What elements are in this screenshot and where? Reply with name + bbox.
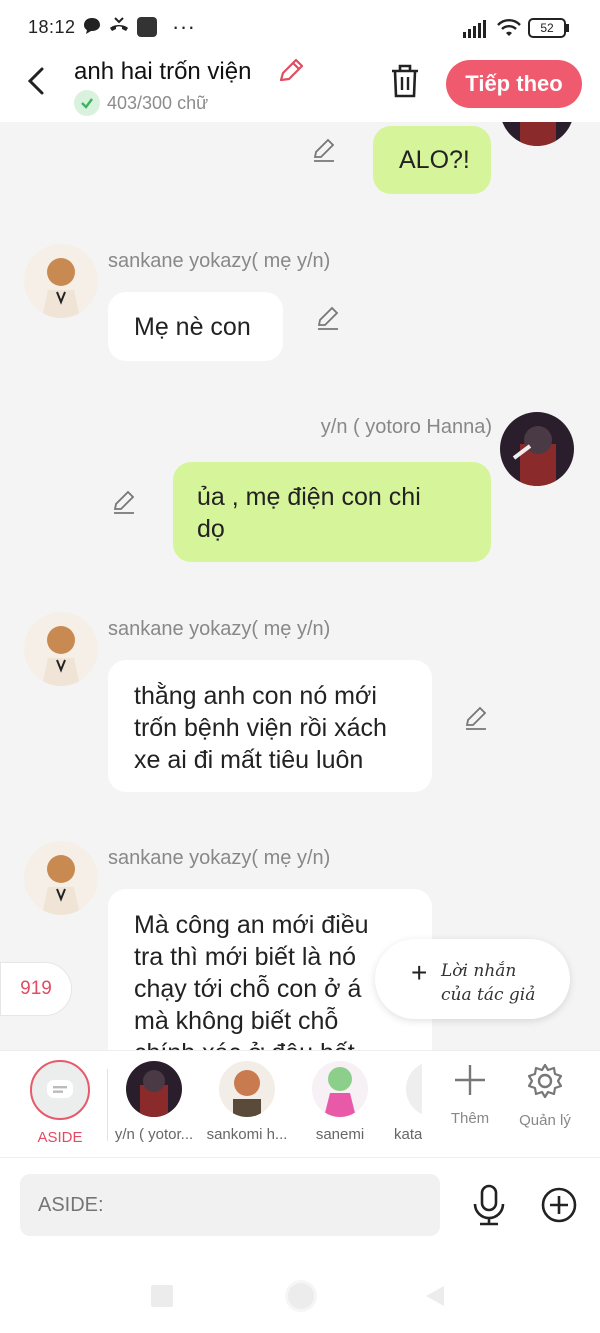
edit-message-pencil-icon[interactable] (462, 704, 490, 732)
character-yn[interactable]: y/n ( yotor... (108, 1061, 200, 1143)
message-text-line: mà không biết chỗ (134, 1007, 339, 1035)
edit-message-pencil-icon[interactable] (314, 304, 342, 332)
missed-call-icon (110, 17, 128, 31)
app-notification-icon (137, 17, 157, 37)
edit-message-pencil-icon[interactable] (110, 488, 138, 516)
character-label: sanemi (315, 1126, 365, 1143)
message-text-line: chính xác ở đâu hết (134, 1037, 432, 1050)
message-text: Mẹ nè con (134, 313, 251, 341)
character-avatar (126, 1061, 182, 1117)
more-notifications-icon: ··· (172, 14, 196, 39)
signal-icon (463, 20, 486, 38)
side-count-badge[interactable]: 919 (0, 962, 72, 1016)
message-text-line: ủa , mẹ điện con chi (197, 483, 421, 511)
status-bar: 18:12 ··· 52 (0, 0, 600, 56)
aside-label: ASIDE (37, 1129, 83, 1146)
add-character-button[interactable]: Thêm (435, 1063, 505, 1127)
author-note-line: của tác giả (441, 985, 536, 1005)
avatar-sankane[interactable] (24, 841, 98, 915)
aside-button[interactable] (30, 1060, 90, 1120)
system-nav-bar (0, 1258, 600, 1333)
message-bubble[interactable]: thằng anh con nó mới trốn bệnh viện rồi … (108, 660, 432, 792)
chat-area[interactable]: ALO?! sankane yokazy( mẹ y/n) Mẹ nè con … (0, 122, 600, 1050)
input-row (0, 1158, 600, 1258)
edit-title-pencil-icon[interactable] (276, 56, 306, 86)
character-avatar (406, 1061, 422, 1117)
author-note-button[interactable]: + Lời nhắn của tác giả (375, 939, 570, 1019)
microphone-icon[interactable] (470, 1184, 508, 1226)
character-avatar (312, 1061, 368, 1117)
character-sanemi[interactable]: sanemi (294, 1061, 386, 1143)
message-text-line: thằng anh con nó mới (134, 682, 377, 710)
character-bar: ASIDE y/n ( yotor... sankomi h... sanemi… (0, 1050, 600, 1158)
message-text-line: Mà công an mới điều (134, 911, 369, 939)
message-text-line: trốn bệnh viện rồi xách (134, 714, 387, 742)
message-bubble[interactable]: Mẹ nè con (108, 292, 283, 361)
check-icon (74, 90, 100, 116)
character-kata[interactable]: kata (376, 1061, 422, 1143)
character-label: kata (394, 1126, 422, 1143)
edit-message-pencil-icon[interactable] (310, 136, 338, 164)
avatar-yn[interactable] (500, 122, 574, 146)
chat-notification-icon (84, 18, 100, 34)
next-button[interactable]: Tiếp theo (446, 60, 582, 108)
back-nav-icon[interactable] (424, 1284, 446, 1308)
message-bubble[interactable]: ủa , mẹ điện con chi dọ (173, 462, 491, 562)
battery-icon: 52 (528, 18, 566, 38)
add-circle-icon[interactable] (540, 1186, 578, 1224)
sender-name: sankane yokazy( mẹ y/n) (108, 250, 331, 272)
aside-bubble-icon (47, 1080, 73, 1098)
recents-icon[interactable] (151, 1285, 173, 1307)
top-header: anh hai trốn viện 403/300 chữ Tiếp theo (0, 56, 600, 122)
character-avatar (219, 1061, 275, 1117)
plus-icon: + (411, 957, 428, 988)
avatar-yn[interactable] (500, 412, 574, 486)
avatar-sankane[interactable] (24, 244, 98, 318)
sender-name: sankane yokazy( mẹ y/n) (108, 618, 331, 640)
message-bubble[interactable]: ALO?! (373, 126, 491, 194)
message-text-line: xe ai đi mất tiêu luôn (134, 746, 364, 774)
character-label: y/n ( yotor... (114, 1126, 194, 1143)
plus-icon (455, 1065, 485, 1095)
manage-characters-button[interactable]: Quản lý (510, 1063, 580, 1129)
manage-label: Quản lý (519, 1112, 571, 1129)
word-count-row: 403/300 chữ (74, 90, 208, 116)
trash-icon[interactable] (388, 62, 422, 100)
sender-name: sankane yokazy( mẹ y/n) (108, 847, 331, 869)
wifi-icon (497, 19, 521, 36)
message-text-line: dọ (197, 515, 225, 543)
message-input[interactable] (20, 1174, 440, 1236)
word-count: 403/300 chữ (107, 92, 209, 113)
character-sankomi[interactable]: sankomi h... (201, 1061, 293, 1143)
author-note-label: Lời nhắn của tác giả (441, 959, 535, 1007)
message-text: ALO?! (399, 146, 470, 174)
avatar-sankane[interactable] (24, 612, 98, 686)
character-label: sankomi h... (206, 1126, 288, 1143)
story-title: anh hai trốn viện (74, 58, 252, 85)
battery-tip (566, 24, 569, 32)
sender-name: y/n ( yotoro Hanna) (320, 416, 492, 438)
back-arrow-icon[interactable] (22, 64, 52, 98)
status-time: 18:12 (28, 17, 76, 37)
home-icon[interactable] (285, 1280, 317, 1312)
add-label: Thêm (450, 1110, 490, 1127)
gear-icon (527, 1063, 563, 1099)
author-note-line: Lời nhắn (441, 961, 517, 981)
